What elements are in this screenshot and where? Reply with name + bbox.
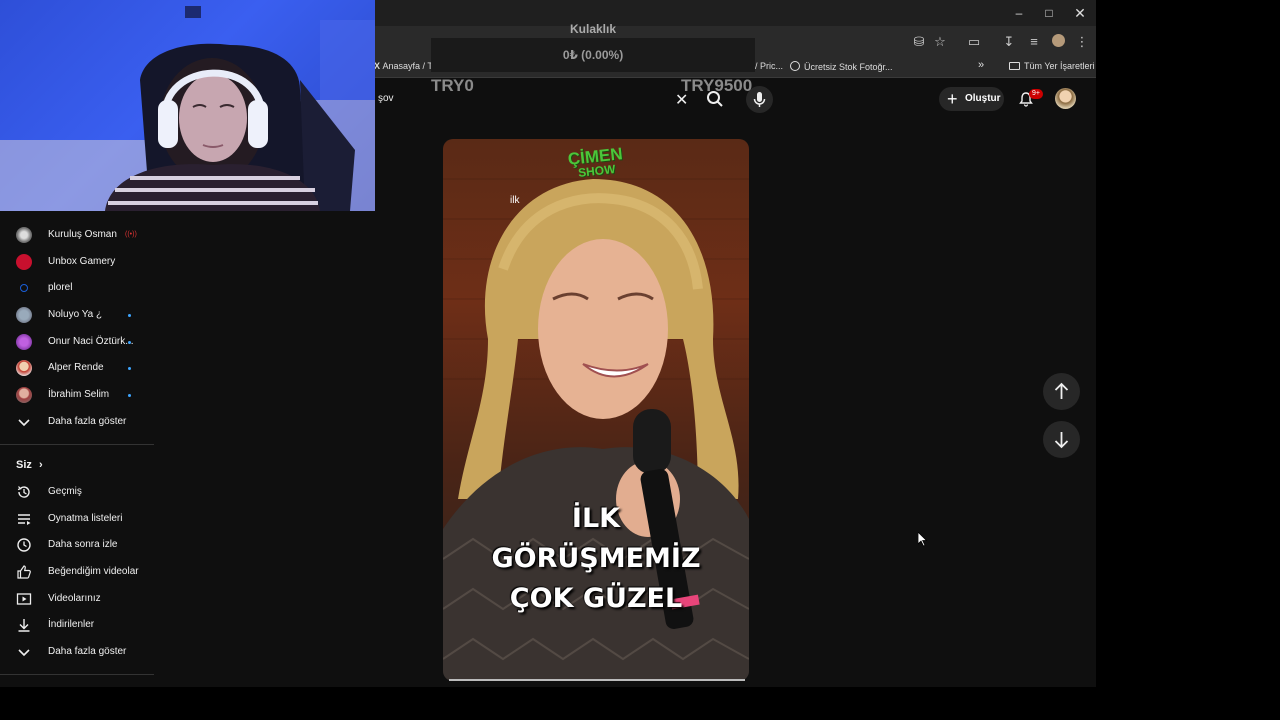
new-content-dot [128,367,131,370]
bookmark-anasayfa[interactable]: X Anasayfa / Tw [374,61,439,71]
sidebar-item-watch-later[interactable]: Daha sonra izle [0,532,154,558]
media-control-icon[interactable]: ≡ [1025,34,1043,50]
show-more-you[interactable]: Daha fazla göster [0,639,154,665]
sidebar-divider [0,674,154,675]
previous-short-button[interactable] [1043,373,1080,410]
sidebar-item-history[interactable]: Geçmiş [0,479,154,505]
donation-goal-max: TRY9500 [681,76,753,95]
webcam-overlay [0,0,375,211]
video-caption: İLK GÖRÜŞMEMİZ ÇOK GÜZEL [491,503,701,614]
history-icon [17,486,30,498]
channel-avatar [16,254,32,270]
all-bookmarks-folder[interactable]: Tüm Yer İşaretleri [1009,61,1095,71]
channel-avatar [16,307,32,323]
extensions-icon[interactable]: ▭ [965,34,983,50]
playlist-icon [18,514,31,525]
webcam-feed [0,6,375,211]
subscription-item[interactable]: plorel [0,275,154,301]
bookmarks-overflow-icon[interactable]: » [978,59,984,71]
notification-badge: 9+ [1029,89,1043,99]
chevron-down-icon [18,649,30,657]
pexels-icon [790,61,800,71]
donation-goal-amount: 0₺ (0.00%) [562,48,624,62]
channel-avatar [16,227,32,243]
subscription-item[interactable]: Alper Rende [0,355,154,381]
sidebar-item-downloads[interactable]: İndirilenler [0,612,154,638]
plus-icon: + [947,89,958,109]
donation-goal-min: TRY0 [431,76,474,95]
bookmark-stock-photos[interactable]: Ücretsiz Stok Fotoğr... [790,61,893,72]
subscription-item[interactable]: İbrahim Selim [0,382,154,408]
shorts-video-player[interactable]: ÇİMEN SHOW ilk İLK GÖRÜŞMEMİZ ÇOK GÜZEL [443,139,749,681]
install-app-icon[interactable]: ⛁ [910,34,928,50]
your-videos-icon [16,593,32,605]
download-icon[interactable]: ↧ [1000,34,1018,50]
show-more-subscriptions[interactable]: Daha fazla göster [0,409,154,435]
channel-avatar [16,334,32,350]
arrow-up-icon [1054,382,1069,399]
search-input[interactable]: şov [378,93,394,104]
bookmark-prices[interactable]: / Pric... [755,61,783,71]
browser-menu-icon[interactable]: ⋮ [1073,34,1091,50]
channel-avatar [20,284,28,292]
live-indicator-icon: ((•)) [125,231,137,238]
bookmark-star-icon[interactable]: ☆ [931,34,949,50]
subscription-item[interactable]: Noluyo Ya ¿ [0,302,154,328]
next-short-button[interactable] [1043,421,1080,458]
channel-avatar [16,360,32,376]
sidebar-item-your-videos[interactable]: Videolarınız [0,586,154,612]
subscription-item[interactable]: Onur Naci Öztürk... [0,329,154,355]
new-content-dot [128,394,131,397]
sidebar-item-liked-videos[interactable]: Beğendiğim videolar [0,559,154,585]
profile-icon[interactable] [1049,34,1067,50]
folder-icon [1009,62,1020,70]
maximize-icon[interactable]: □ [1036,4,1062,22]
subscription-item[interactable]: Kuruluş Osman ((•)) [0,222,154,248]
you-section-heading[interactable]: Siz › [16,459,43,471]
minimize-icon[interactable]: – [1006,4,1032,22]
x-logo-icon: X [374,61,383,71]
subscription-item[interactable]: Unbox Gamery [0,249,154,275]
close-icon[interactable]: ✕ [1067,4,1093,22]
arrow-down-icon [1054,432,1069,449]
sidebar-divider [0,444,154,445]
like-icon [17,565,31,579]
chevron-right-icon: › [38,459,43,471]
new-content-dot [128,314,131,317]
mouse-cursor-icon [918,532,928,547]
channel-avatar [16,387,32,403]
video-small-caption: ilk [510,195,520,206]
video-progress-bar[interactable] [449,679,745,681]
new-content-dot [128,341,131,344]
account-avatar[interactable] [1055,88,1076,109]
download-icon [18,619,30,632]
chevron-down-icon [18,419,30,427]
watch-later-icon [17,538,31,552]
sidebar-item-playlists[interactable]: Oynatma listeleri [0,506,154,532]
donation-goal-title: Kulaklık [569,22,617,36]
